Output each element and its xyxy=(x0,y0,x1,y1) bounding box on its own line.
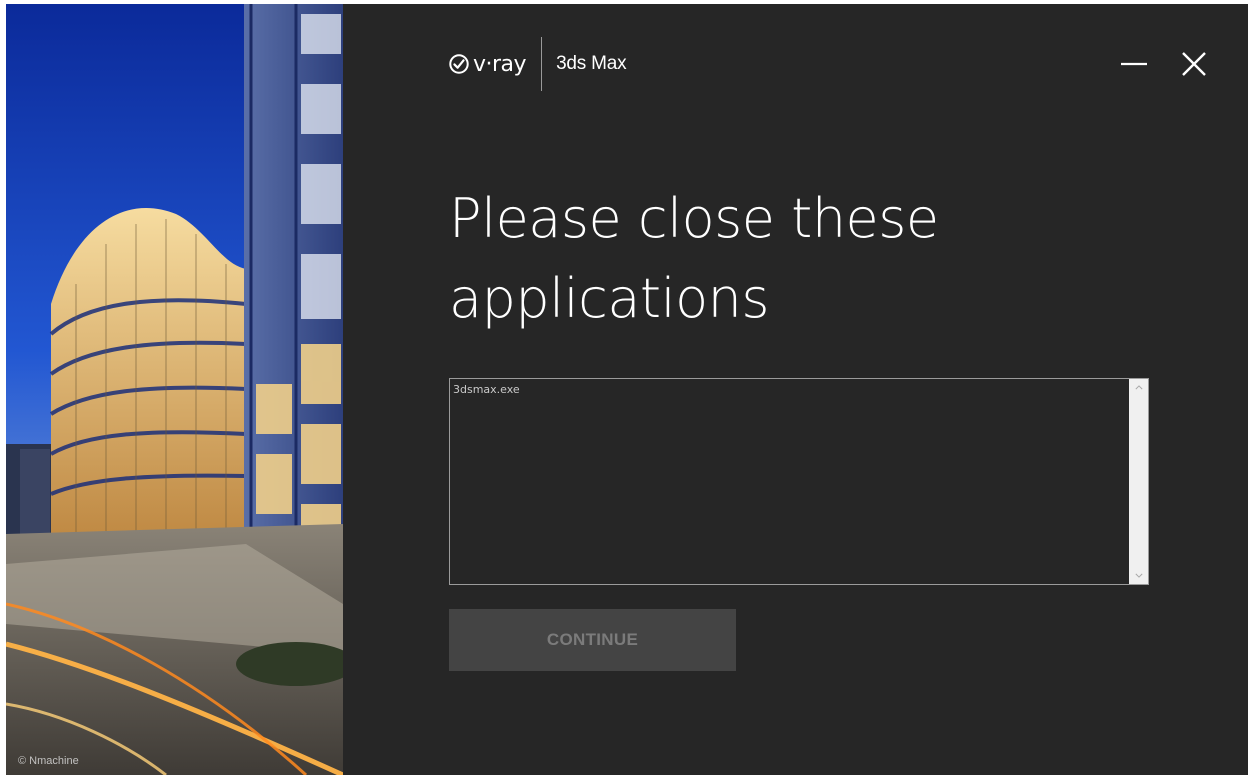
product-name: 3ds Max xyxy=(556,53,627,74)
close-button[interactable] xyxy=(1178,48,1210,80)
chevron-up-icon xyxy=(1134,385,1143,390)
close-icon xyxy=(1182,52,1206,76)
minimize-button[interactable] xyxy=(1118,48,1150,80)
continue-button[interactable]: CONTINUE xyxy=(449,609,736,671)
brand-name: v·ray xyxy=(473,51,527,77)
brand-header: v·ray 3ds Max xyxy=(448,36,627,92)
hero-image: © Nmachine xyxy=(6,4,343,775)
building-illustration xyxy=(6,4,343,775)
brand-divider xyxy=(541,37,543,91)
minimize-icon xyxy=(1121,62,1147,66)
vray-logo: v·ray xyxy=(448,51,527,77)
list-item[interactable]: 3dsmax.exe xyxy=(453,383,520,396)
vertical-scrollbar[interactable] xyxy=(1129,379,1148,584)
vray-check-icon xyxy=(449,54,469,74)
scroll-down-arrow[interactable] xyxy=(1129,567,1148,584)
scroll-up-arrow[interactable] xyxy=(1129,379,1148,396)
chevron-down-icon xyxy=(1134,573,1143,578)
applications-listbox[interactable]: 3dsmax.exe xyxy=(449,378,1149,585)
installer-window: © Nmachine v·ray 3ds Max Please close th… xyxy=(6,4,1248,775)
page-title: Please close these applications xyxy=(449,187,939,330)
photo-credit: © Nmachine xyxy=(18,755,79,767)
